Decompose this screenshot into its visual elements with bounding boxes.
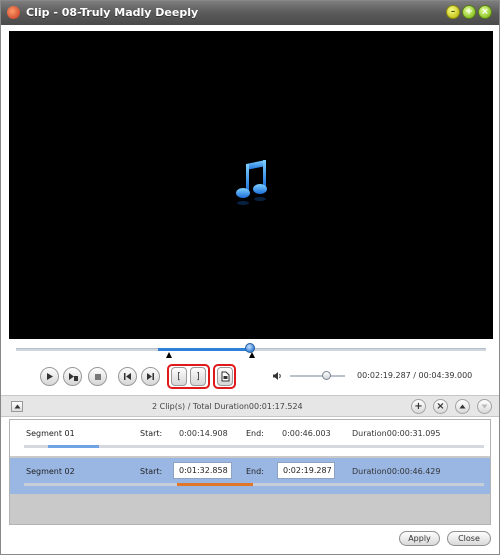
end-field[interactable]: 0:02:19.287 xyxy=(277,462,335,479)
play-button[interactable] xyxy=(40,367,59,386)
app-icon xyxy=(7,6,20,19)
play-frame-button[interactable] xyxy=(63,367,82,386)
segment-track xyxy=(24,483,484,486)
minimize-button[interactable]: – xyxy=(446,5,460,19)
clips-summary: 2 Clip(s) / Total Duration00:01:17.524 xyxy=(152,402,303,411)
player-controls: [ ] 00:02:19.287 / 00:04:39.000 xyxy=(1,339,499,393)
close-button[interactable]: Close xyxy=(447,531,491,546)
stop-icon xyxy=(94,373,101,380)
start-label: Start: xyxy=(140,429,163,438)
plus-icon: + xyxy=(414,401,423,412)
start-marker[interactable] xyxy=(166,352,172,358)
start-field[interactable]: 0:01:32.858 xyxy=(173,462,232,479)
delete-icon: × xyxy=(436,401,445,412)
set-end-icon: ] xyxy=(196,371,200,382)
start-value[interactable]: 0:00:14.908 xyxy=(179,429,228,438)
table-row[interactable]: Segment 02 Start: 0:01:32.858 End: 0:02:… xyxy=(10,458,490,494)
end-marker[interactable] xyxy=(249,352,255,358)
title-bar[interactable]: Clip - 08-Truly Madly Deeply – + × xyxy=(1,1,499,25)
previous-icon xyxy=(124,373,131,380)
segment-range xyxy=(48,445,99,448)
collapse-button[interactable] xyxy=(11,401,23,412)
chevron-up-icon xyxy=(14,404,20,409)
table-row[interactable]: Segment 01 Start: 0:00:14.908 End: 0:00:… xyxy=(10,420,490,456)
arrow-down-icon xyxy=(481,404,488,409)
remove-segment-button[interactable]: × xyxy=(433,399,448,414)
previous-button[interactable] xyxy=(118,367,137,386)
play-frame-icon xyxy=(68,373,78,381)
next-button[interactable] xyxy=(141,367,160,386)
volume-thumb[interactable] xyxy=(322,371,331,380)
move-up-button[interactable] xyxy=(455,399,470,414)
set-end-button[interactable]: ] xyxy=(190,367,206,386)
set-start-icon: [ xyxy=(177,371,181,382)
end-value[interactable]: 0:00:46.003 xyxy=(282,429,331,438)
new-clip-icon xyxy=(221,371,229,382)
apply-button[interactable]: Apply xyxy=(399,531,440,546)
time-display: 00:02:19.287 / 00:04:39.000 xyxy=(357,371,473,380)
maximize-button[interactable]: + xyxy=(462,5,476,19)
video-preview xyxy=(9,31,493,339)
segments-header: 2 Clip(s) / Total Duration00:01:17.524 +… xyxy=(1,395,499,417)
end-label: End: xyxy=(246,467,264,476)
duration-value: Duration00:00:46.429 xyxy=(352,467,441,476)
end-label: End: xyxy=(246,429,264,438)
seek-selection xyxy=(158,348,251,351)
volume-slider[interactable] xyxy=(290,375,345,377)
arrow-up-icon xyxy=(459,404,466,409)
segment-list: Segment 01 Start: 0:00:14.908 End: 0:00:… xyxy=(9,419,491,525)
segment-name: Segment 02 xyxy=(26,467,75,476)
stop-button[interactable] xyxy=(88,367,107,386)
clip-window: Clip - 08-Truly Madly Deeply – + × [] 0… xyxy=(0,0,500,555)
segment-name: Segment 01 xyxy=(26,429,75,438)
new-clip-button[interactable] xyxy=(217,367,233,386)
play-icon xyxy=(47,373,53,380)
duration-value: Duration00:00:31.095 xyxy=(352,429,441,438)
segment-range xyxy=(177,483,253,486)
add-segment-button[interactable]: + xyxy=(411,399,426,414)
window-title: Clip - 08-Truly Madly Deeply xyxy=(26,6,199,19)
move-down-button[interactable] xyxy=(477,399,492,414)
next-icon xyxy=(147,373,154,380)
music-note-icon xyxy=(236,160,267,205)
volume-icon[interactable] xyxy=(272,371,282,381)
set-start-button[interactable]: [ xyxy=(171,367,187,386)
start-label: Start: xyxy=(140,467,163,476)
close-window-button[interactable]: × xyxy=(478,5,492,19)
